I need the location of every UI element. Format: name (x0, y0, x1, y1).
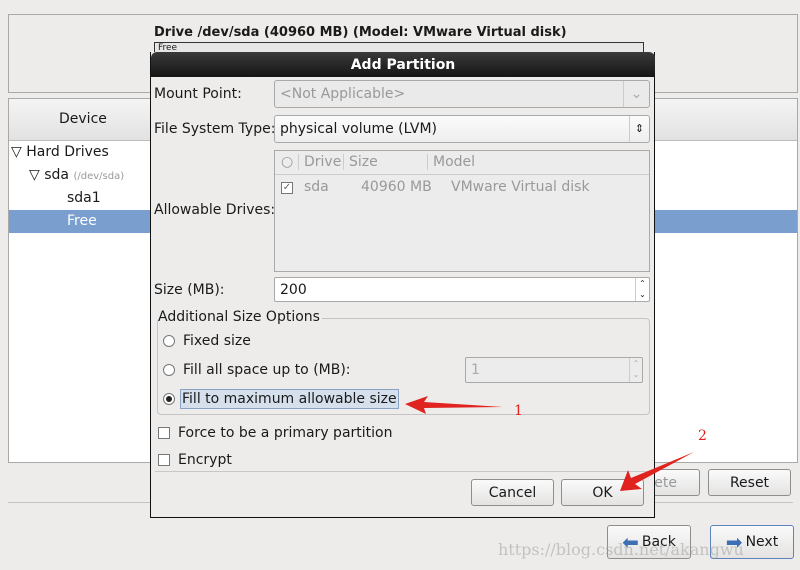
arrow-2-icon (620, 452, 694, 491)
annotation-arrows (405, 396, 694, 491)
annotation-2: 2 (698, 428, 707, 444)
annotation-1: 1 (514, 403, 523, 419)
watermark: https://blog.csdn.net/akangwu (498, 540, 744, 559)
arrow-1-icon (405, 396, 503, 414)
